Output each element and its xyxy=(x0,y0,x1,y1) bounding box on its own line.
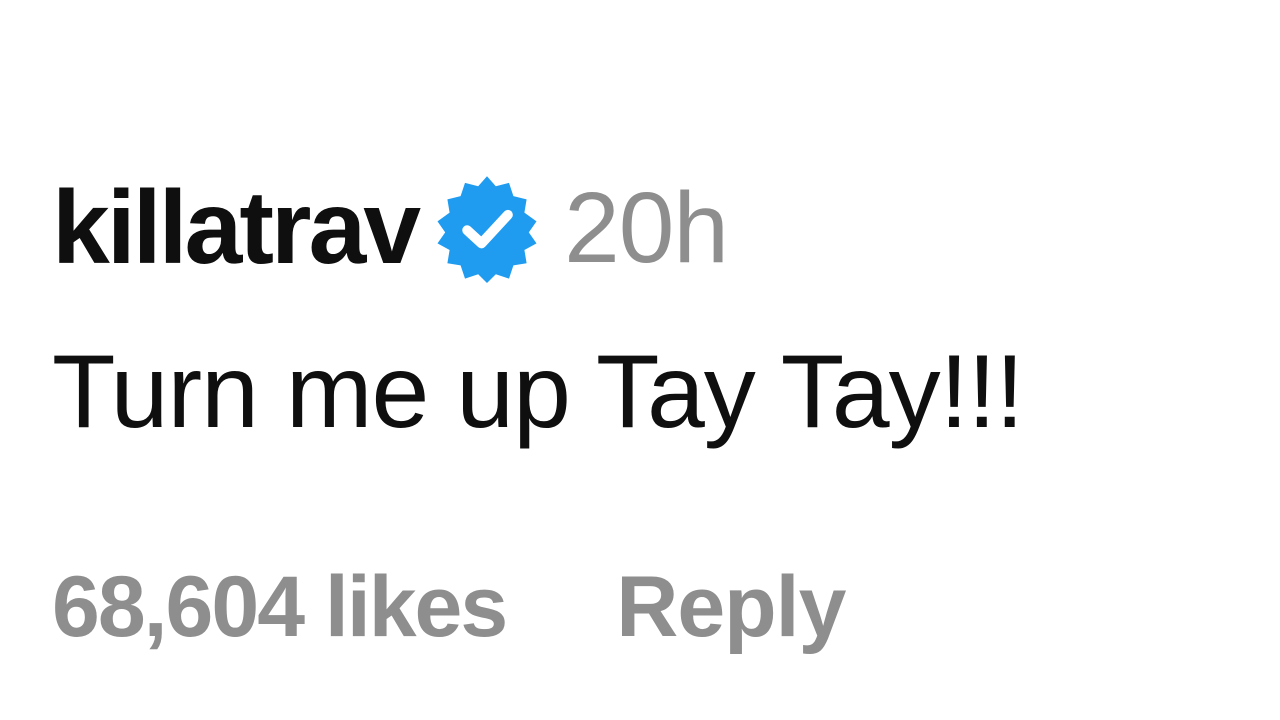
username-link[interactable]: killatrav xyxy=(52,176,421,280)
comment-timestamp[interactable]: 20h xyxy=(564,178,729,278)
comment-header: killatrav 20h xyxy=(52,168,1252,288)
comment: killatrav 20h Turn me up Tay Tay!!! 68,6… xyxy=(52,168,1252,650)
comment-footer: 68,604 likes Reply xyxy=(52,564,1252,650)
likes-count[interactable]: 68,604 likes xyxy=(52,564,508,650)
verified-badge-icon xyxy=(432,173,542,283)
reply-button[interactable]: Reply xyxy=(616,564,846,650)
comment-text: Turn me up Tay Tay!!! xyxy=(52,334,1024,450)
